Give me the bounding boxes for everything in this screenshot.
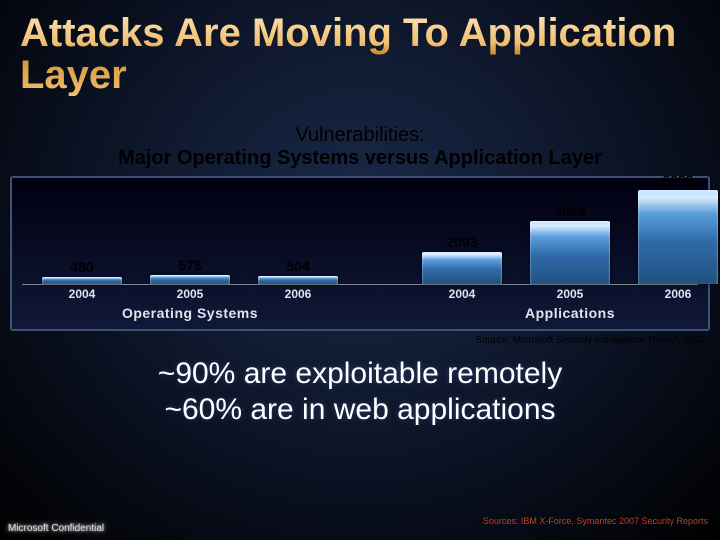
bar: 2093 [422,252,502,284]
bar-value-label: 578 [150,257,230,273]
bar-value-label: 6099 [638,172,718,188]
group-label-os: Operating Systems [42,305,338,321]
bar-value-label: 480 [42,259,122,275]
bar-rect [258,276,338,284]
bar-rect [422,252,502,284]
bar: 6099 [638,190,718,284]
x-tick-label: 2006 [638,287,718,301]
bar: 504 [258,276,338,284]
bar: 4069 [530,221,610,284]
bar-value-label: 4069 [530,203,610,219]
callout-2: ~60% are in web applications [0,392,720,428]
bar: 480 [42,277,122,284]
confidential-label: Microsoft Confidential [8,523,104,534]
chart-title-line1: Vulnerabilities: [0,124,720,147]
bar-value-label: 2093 [422,234,502,250]
chart-x-labels: 200420052006200420052006 [22,285,698,305]
bar-rect [42,277,122,284]
chart-plot-area: 480578504209340696099 [22,184,698,285]
x-tick-label: 2006 [258,287,338,301]
x-tick-label: 2005 [150,287,230,301]
slide-title: Attacks Are Moving To Application Layer [0,0,720,96]
x-tick-label: 2004 [42,287,122,301]
callouts: ~90% are exploitable remotely ~60% are i… [0,356,720,428]
callout-1: ~90% are exploitable remotely [0,356,720,392]
x-tick-label: 2004 [422,287,502,301]
x-tick-label: 2005 [530,287,610,301]
chart-box: 480578504209340696099 200420052006200420… [10,176,710,331]
chart-title-line2: Major Operating Systems versus Applicati… [0,147,720,170]
chart-group-labels: Operating SystemsApplications [22,305,698,325]
chart-title: Vulnerabilities: Major Operating Systems… [0,124,720,170]
bar-rect [530,221,610,284]
chart-source-top: Source: Microsoft Security Intelligence … [0,335,706,346]
bar-value-label: 504 [258,258,338,274]
bar-rect [638,190,718,284]
bar-rect [150,275,230,284]
group-label-apps: Applications [422,305,718,321]
bar: 578 [150,275,230,284]
source-bottom: Sources: IBM X-Force, Symantec 2007 Secu… [483,516,708,526]
